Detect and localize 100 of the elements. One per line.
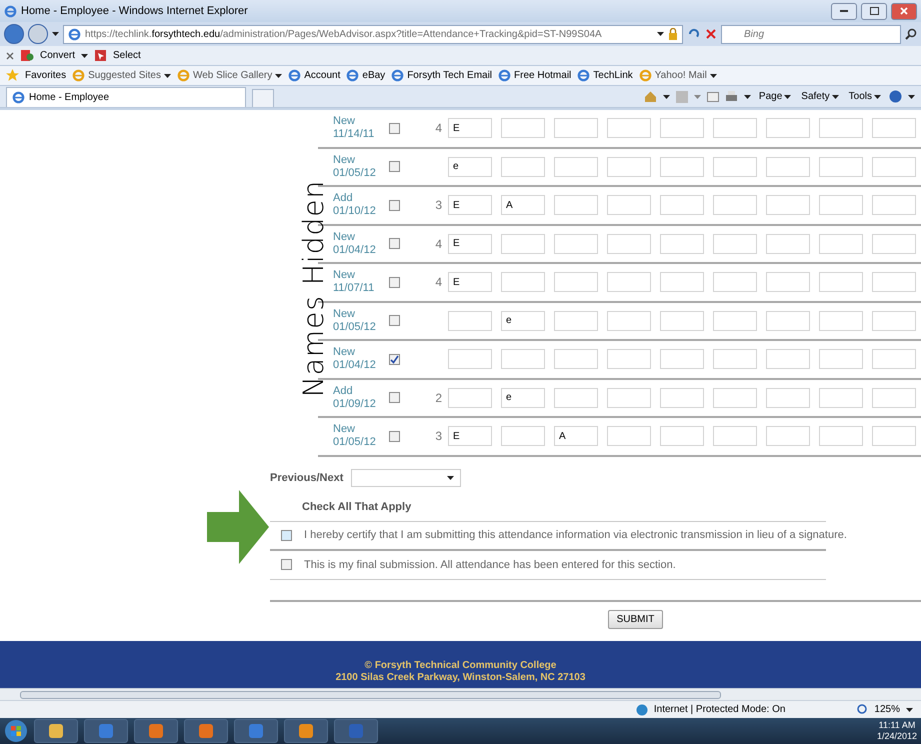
attendance-field[interactable]: e [448, 156, 492, 177]
row-link[interactable]: New 01/05/12 [333, 308, 389, 334]
favorites-link[interactable]: TechLink [577, 69, 633, 82]
attendance-field[interactable] [766, 195, 810, 216]
attendance-field[interactable] [766, 272, 810, 292]
back-button[interactable] [4, 24, 24, 44]
favorites-link[interactable]: eBay [346, 69, 386, 82]
attendance-field[interactable] [819, 349, 863, 370]
attendance-field[interactable] [766, 310, 810, 331]
attendance-field[interactable] [872, 156, 916, 177]
taskbar-button[interactable] [184, 719, 228, 743]
previous-next-select[interactable] [351, 468, 462, 486]
row-checkbox[interactable] [389, 276, 400, 288]
attendance-field[interactable]: A [554, 426, 598, 446]
taskbar-button[interactable] [134, 719, 178, 743]
maximize-button[interactable] [861, 2, 887, 20]
attendance-field[interactable] [872, 426, 916, 446]
attendance-field[interactable] [819, 234, 863, 254]
attendance-field[interactable] [607, 234, 651, 254]
printer-icon[interactable] [724, 90, 738, 102]
attendance-field[interactable] [872, 118, 916, 138]
attendance-field[interactable]: E [448, 426, 492, 446]
attendance-field[interactable] [501, 156, 545, 177]
row-checkbox[interactable] [389, 200, 400, 211]
search-icon[interactable] [905, 28, 917, 40]
attendance-field[interactable] [501, 234, 545, 254]
row-link[interactable]: New 01/04/12 [333, 230, 389, 257]
row-link[interactable]: New 11/14/11 [333, 115, 389, 142]
attendance-field[interactable] [607, 426, 651, 446]
attendance-field[interactable] [554, 156, 598, 177]
close-icon[interactable] [6, 52, 14, 60]
horizontal-scrollbar[interactable] [0, 688, 921, 700]
attendance-field[interactable] [713, 156, 757, 177]
search-field[interactable]: Bing [721, 24, 901, 44]
browser-tab[interactable]: Home - Employee [6, 87, 246, 107]
attendance-field[interactable] [660, 156, 704, 177]
attendance-field[interactable] [766, 234, 810, 254]
attendance-field[interactable] [660, 195, 704, 216]
row-checkbox[interactable] [389, 122, 400, 134]
favorites-link[interactable]: Forsyth Tech Email [391, 69, 492, 82]
attendance-field[interactable] [501, 349, 545, 370]
attendance-field[interactable] [713, 118, 757, 138]
convert-button[interactable]: Convert [40, 50, 76, 61]
attendance-field[interactable] [766, 118, 810, 138]
attendance-field[interactable] [501, 272, 545, 292]
favorites-link[interactable]: Web Slice Gallery [176, 69, 282, 82]
attendance-field[interactable] [872, 195, 916, 216]
taskbar-button[interactable] [34, 719, 78, 743]
toolbar-menu[interactable]: Safety [799, 91, 841, 102]
certify-checkbox[interactable] [281, 530, 292, 540]
attendance-field[interactable] [713, 388, 757, 408]
attendance-field[interactable] [660, 388, 704, 408]
new-tab-button[interactable] [252, 89, 274, 107]
attendance-field[interactable] [448, 388, 492, 408]
submit-button[interactable]: SUBMIT [608, 610, 664, 628]
attendance-field[interactable] [554, 388, 598, 408]
attendance-field[interactable] [554, 310, 598, 331]
attendance-field[interactable] [713, 349, 757, 370]
row-checkbox[interactable] [389, 354, 400, 365]
taskbar-button[interactable] [234, 719, 278, 743]
row-checkbox[interactable] [389, 392, 400, 404]
attendance-field[interactable] [501, 426, 545, 446]
attendance-field[interactable] [660, 272, 704, 292]
row-link[interactable]: New 11/07/11 [333, 269, 389, 296]
attendance-field[interactable] [819, 388, 863, 408]
attendance-field[interactable]: E [448, 272, 492, 292]
attendance-field[interactable] [554, 349, 598, 370]
attendance-field[interactable] [554, 118, 598, 138]
attendance-field[interactable]: E [448, 234, 492, 254]
row-checkbox[interactable] [389, 161, 400, 172]
row-link[interactable]: New 01/05/12 [333, 423, 389, 450]
row-checkbox[interactable] [389, 430, 400, 442]
attendance-field[interactable] [819, 118, 863, 138]
attendance-field[interactable] [660, 426, 704, 446]
favorites-link[interactable]: Suggested Sites [72, 69, 171, 82]
attendance-field[interactable] [819, 272, 863, 292]
attendance-field[interactable] [713, 310, 757, 331]
scroll-thumb[interactable] [20, 690, 721, 698]
attendance-field[interactable] [448, 349, 492, 370]
attendance-field[interactable]: e [501, 310, 545, 331]
attendance-field[interactable] [501, 118, 545, 138]
forward-button[interactable] [28, 24, 48, 44]
favorites-link[interactable]: Yahoo! Mail [638, 69, 717, 82]
row-link[interactable]: Add 01/09/12 [333, 384, 389, 411]
attendance-field[interactable]: E [448, 118, 492, 138]
attendance-field[interactable] [819, 426, 863, 446]
row-link[interactable]: Add 01/10/12 [333, 192, 389, 218]
row-link[interactable]: New 01/05/12 [333, 154, 389, 180]
minimize-button[interactable] [831, 2, 857, 20]
attendance-field[interactable] [448, 310, 492, 331]
address-field[interactable]: https://techlink.forsythtech.edu/administration/Pages/WebAdvisor.aspx?title=Attendance+Tracking&pid=ST-N99S04A [63, 24, 683, 44]
attendance-field[interactable] [660, 118, 704, 138]
attendance-field[interactable] [872, 349, 916, 370]
attendance-field[interactable] [766, 156, 810, 177]
select-button[interactable]: Select [113, 50, 141, 61]
attendance-field[interactable] [607, 195, 651, 216]
attendance-field[interactable] [607, 272, 651, 292]
attendance-field[interactable] [607, 118, 651, 138]
start-icon[interactable] [4, 719, 28, 743]
attendance-field[interactable] [660, 234, 704, 254]
